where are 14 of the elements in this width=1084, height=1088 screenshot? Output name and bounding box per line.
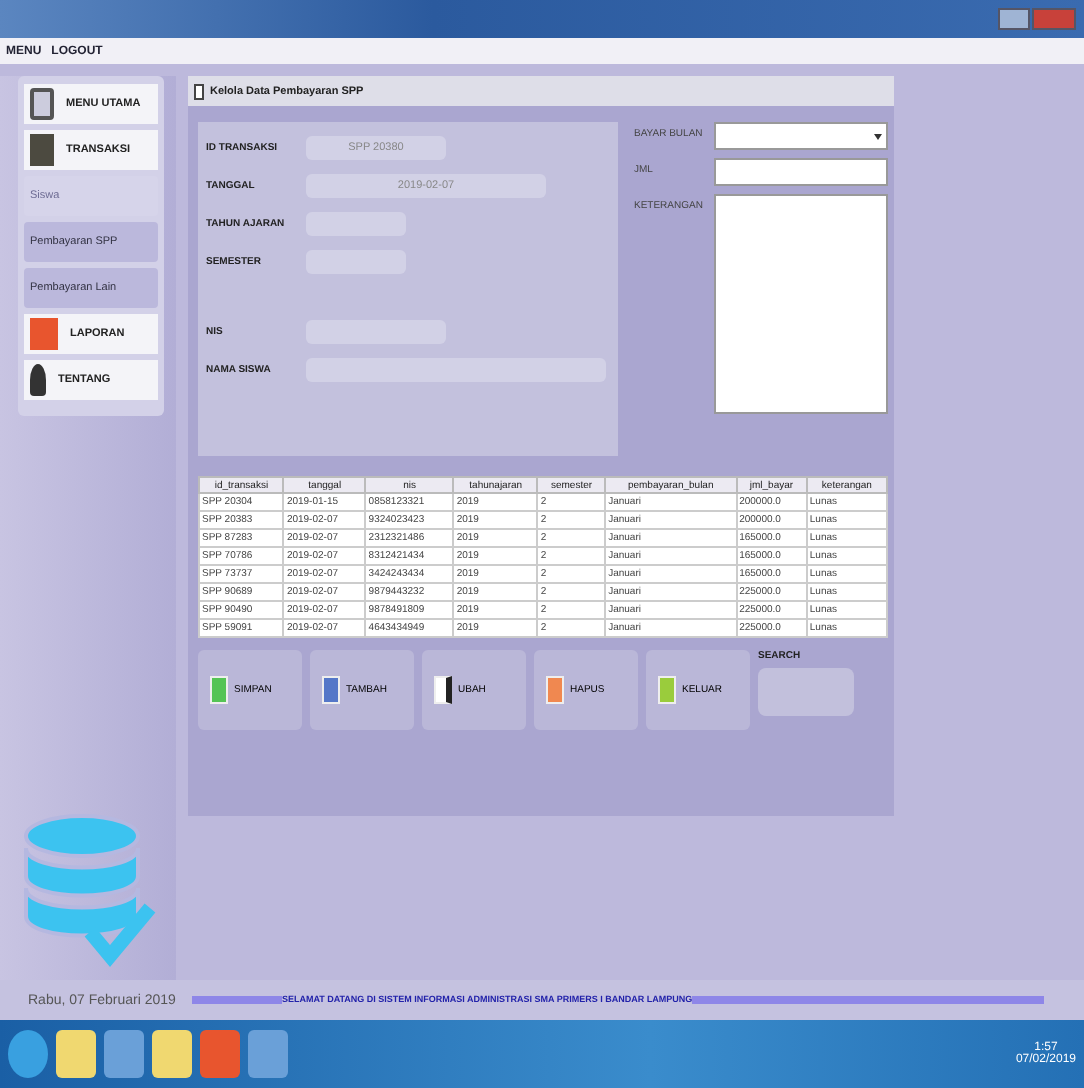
data-table[interactable]	[198, 476, 888, 638]
monitor-icon	[30, 88, 54, 120]
search-field[interactable]	[758, 668, 854, 716]
folder-icon[interactable]	[56, 1030, 96, 1078]
close-button[interactable]	[1032, 8, 1076, 30]
report-icon	[30, 318, 58, 350]
database-icon	[18, 808, 158, 968]
minimize-button[interactable]	[998, 8, 1030, 30]
dropdown[interactable]	[714, 122, 888, 150]
input-field[interactable]	[714, 158, 888, 186]
text-area[interactable]	[714, 194, 888, 414]
folder-icon[interactable]	[152, 1030, 192, 1078]
start-button[interactable]	[8, 1030, 48, 1078]
caret-icon	[874, 133, 882, 139]
